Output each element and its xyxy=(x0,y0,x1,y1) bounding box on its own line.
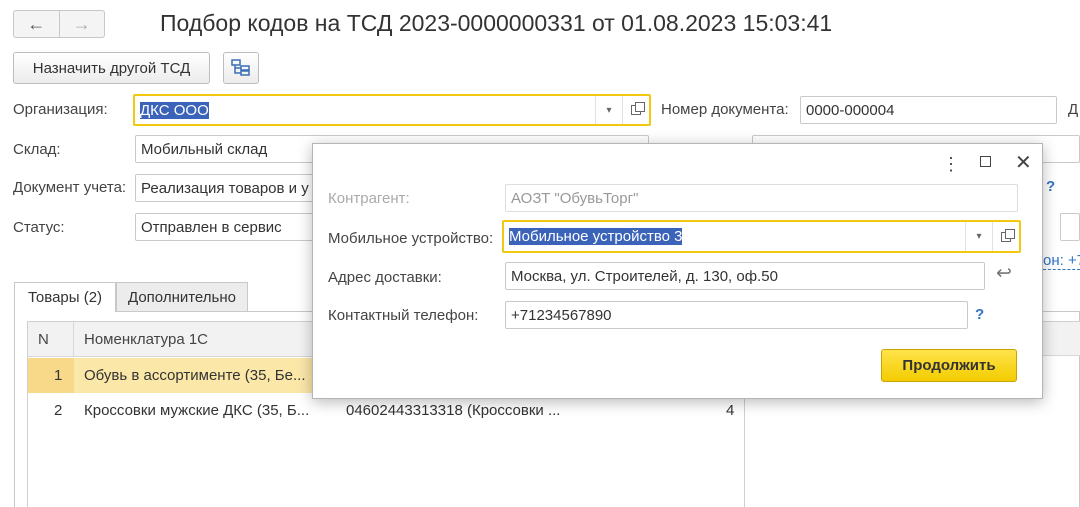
structure-button[interactable] xyxy=(223,52,259,84)
delivery-address-label: Адрес доставки: xyxy=(328,269,442,286)
row-code: 04602443313318 (Кроссовки ... xyxy=(346,402,561,419)
navigation-buttons: ← → xyxy=(13,10,105,38)
contractor-label: Контрагент: xyxy=(328,190,410,207)
row-nomenclature: Кроссовки мужские ДКС (35, Б... xyxy=(84,402,310,419)
page-title: Подбор кодов на ТСД 2023-0000000331 от 0… xyxy=(160,10,833,36)
tab-active-gap xyxy=(15,311,115,313)
maximize-icon[interactable] xyxy=(980,156,991,167)
status-label: Статус: xyxy=(13,219,65,236)
document-label: Документ учета: xyxy=(13,179,127,196)
document-number-field[interactable]: 0000-000004 xyxy=(800,96,1057,124)
mobile-device-dropdown-button[interactable]: ▾ xyxy=(965,222,992,251)
more-vertical-icon[interactable]: ⋮ xyxy=(942,154,960,175)
warehouse-label: Склад: xyxy=(13,141,61,158)
tab-goods[interactable]: Товары (2) xyxy=(14,282,116,312)
help-icon[interactable]: ? xyxy=(1046,178,1055,195)
organization-value: ДКС ООО xyxy=(140,101,209,119)
chevron-down-icon: ▾ xyxy=(606,104,612,116)
truncated-date-label: Д xyxy=(1068,101,1079,118)
arrow-right-icon: → xyxy=(72,13,91,34)
open-icon xyxy=(1001,228,1015,242)
organization-field[interactable]: ДКС ООО ▾ xyxy=(133,94,651,126)
forward-button[interactable]: → xyxy=(58,11,105,37)
delivery-address-field[interactable]: Москва, ул. Строителей, д. 130, оф.50 xyxy=(505,262,985,290)
document-number-label: Номер документа: xyxy=(661,101,789,118)
contractor-field: АОЗТ "ОбувьТорг" xyxy=(505,184,1018,212)
back-button[interactable]: ← xyxy=(14,11,59,37)
row-number: 2 xyxy=(54,402,63,419)
row-nomenclature: Обувь в ассортименте (35, Бе... xyxy=(84,367,306,384)
phone-link[interactable]: он: +7 xyxy=(1043,252,1080,270)
document-number-value: 0000-000004 xyxy=(806,101,895,119)
right-field-partial-2[interactable] xyxy=(1060,213,1080,241)
row-number: 1 xyxy=(54,367,63,384)
mobile-device-open-button[interactable] xyxy=(992,222,1019,251)
row-quantity: 4 xyxy=(726,402,735,419)
mobile-device-value: Мобильное устройство 3 xyxy=(509,228,683,245)
undo-icon[interactable]: ↩ xyxy=(996,262,1012,285)
delivery-dialog: ⋮ ✕ Контрагент: АОЗТ "ОбувьТорг" Мобильн… xyxy=(312,143,1043,399)
open-icon xyxy=(631,102,645,115)
assign-other-device-button[interactable]: Назначить другой ТСД xyxy=(13,52,210,84)
tab-additional[interactable]: Дополнительно xyxy=(116,282,248,312)
close-icon[interactable]: ✕ xyxy=(1015,150,1032,175)
delivery-address-value: Москва, ул. Строителей, д. 130, оф.50 xyxy=(511,267,778,285)
mobile-device-field[interactable]: Мобильное устройство 3 ▾ xyxy=(502,220,1021,253)
contact-phone-value: +71234567890 xyxy=(511,306,612,324)
column-header-n[interactable]: N xyxy=(28,322,74,357)
help-icon[interactable]: ? xyxy=(975,306,984,323)
organization-label: Организация: xyxy=(13,101,108,118)
continue-button[interactable]: Продолжить xyxy=(881,349,1017,382)
contractor-value: АОЗТ "ОбувьТорг" xyxy=(511,189,639,207)
contact-phone-label: Контактный телефон: xyxy=(328,307,479,324)
mobile-device-label: Мобильное устройство: xyxy=(328,230,494,247)
contact-phone-field[interactable]: +71234567890 xyxy=(505,301,968,329)
structure-icon xyxy=(231,59,250,76)
organization-open-button[interactable] xyxy=(622,96,649,124)
organization-dropdown-button[interactable]: ▾ xyxy=(595,96,622,124)
chevron-down-icon: ▾ xyxy=(976,231,982,242)
arrow-left-icon: ← xyxy=(27,13,46,34)
